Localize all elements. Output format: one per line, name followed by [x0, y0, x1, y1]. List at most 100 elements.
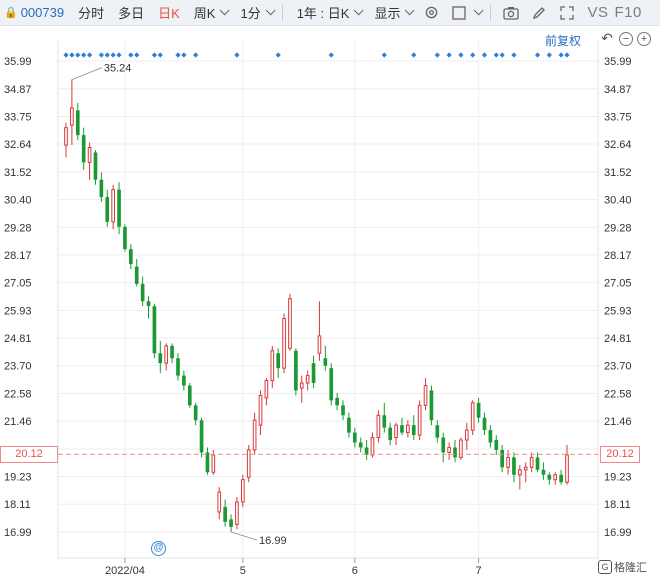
- candle[interactable]: [75, 102, 80, 141]
- candle[interactable]: [535, 452, 540, 473]
- candle[interactable]: [229, 514, 233, 532]
- event-marker[interactable]: [328, 52, 334, 58]
- event-marker[interactable]: [275, 52, 281, 58]
- tab-multiday[interactable]: 多日: [118, 3, 144, 22]
- event-marker[interactable]: [63, 52, 69, 58]
- display-select[interactable]: 显示: [374, 3, 416, 22]
- event-marker[interactable]: [381, 52, 387, 58]
- candle[interactable]: [164, 343, 169, 371]
- mention-icon[interactable]: @: [151, 541, 166, 556]
- f10-button[interactable]: F10: [614, 4, 641, 21]
- event-marker[interactable]: [470, 52, 476, 58]
- event-marker[interactable]: [104, 52, 110, 58]
- candle[interactable]: [182, 370, 186, 391]
- candle[interactable]: [199, 417, 204, 458]
- adjustment-mode-button[interactable]: 前复权: [545, 32, 581, 49]
- candle[interactable]: [205, 447, 210, 475]
- compare-button[interactable]: VS: [587, 4, 608, 21]
- candle[interactable]: [488, 425, 493, 448]
- candle[interactable]: [352, 427, 357, 448]
- candle[interactable]: [547, 472, 552, 485]
- candle[interactable]: [470, 400, 475, 436]
- candle[interactable]: [176, 353, 180, 381]
- fullscreen-icon[interactable]: [559, 5, 575, 21]
- tab-intraday[interactable]: 分时: [78, 3, 104, 22]
- candle[interactable]: [482, 412, 487, 436]
- event-marker[interactable]: [481, 52, 488, 58]
- candle[interactable]: [323, 345, 328, 371]
- candle[interactable]: [411, 415, 416, 441]
- candle[interactable]: [223, 499, 227, 527]
- candle[interactable]: [382, 402, 387, 433]
- candle[interactable]: [117, 182, 121, 235]
- candle[interactable]: [435, 420, 440, 443]
- event-marker[interactable]: [128, 52, 134, 58]
- candle[interactable]: [417, 400, 422, 441]
- candle[interactable]: [294, 348, 298, 396]
- candle[interactable]: [140, 276, 145, 307]
- candle[interactable]: [376, 410, 381, 443]
- event-marker[interactable]: [458, 52, 464, 58]
- checkbox-icon[interactable]: [451, 5, 467, 21]
- event-marker[interactable]: [86, 52, 93, 58]
- candle[interactable]: [553, 472, 558, 485]
- candle[interactable]: [459, 437, 463, 460]
- candle[interactable]: [187, 383, 192, 408]
- candle[interactable]: [123, 224, 127, 252]
- event-marker[interactable]: [134, 52, 140, 58]
- event-marker[interactable]: [234, 52, 240, 58]
- candle[interactable]: [252, 412, 257, 455]
- event-marker[interactable]: [175, 52, 181, 58]
- candle[interactable]: [394, 422, 398, 445]
- event-marker[interactable]: [98, 52, 104, 58]
- period-select[interactable]: 周K: [194, 3, 231, 22]
- kline-chart[interactable]: 35.99 34.87 33.75 32.64 31.52 30.40 29.28 28.17…: [0, 0, 660, 581]
- chevron-down-icon[interactable]: [474, 5, 485, 16]
- event-marker[interactable]: [181, 52, 187, 58]
- candle[interactable]: [93, 149, 98, 185]
- candle[interactable]: [305, 370, 310, 391]
- candle[interactable]: [87, 142, 92, 180]
- candle[interactable]: [447, 442, 451, 460]
- candle[interactable]: [506, 449, 510, 475]
- candle[interactable]: [99, 172, 104, 203]
- candle[interactable]: [311, 355, 316, 388]
- event-marker[interactable]: [157, 52, 163, 58]
- event-marker[interactable]: [151, 52, 158, 58]
- candle[interactable]: [246, 444, 251, 483]
- candle[interactable]: [512, 452, 516, 483]
- zoom-in-icon[interactable]: +: [637, 32, 651, 46]
- candle[interactable]: [494, 435, 499, 455]
- candle[interactable]: [541, 462, 546, 480]
- candle[interactable]: [111, 184, 115, 230]
- candle[interactable]: [282, 313, 286, 374]
- candle[interactable]: [464, 422, 469, 450]
- event-marker[interactable]: [116, 52, 122, 58]
- candle[interactable]: [429, 385, 434, 426]
- event-marker[interactable]: [493, 52, 499, 58]
- camera-icon[interactable]: [503, 5, 520, 21]
- candle[interactable]: [152, 303, 157, 359]
- zoom-out-icon[interactable]: −: [619, 32, 633, 46]
- candle[interactable]: [258, 390, 263, 436]
- candle[interactable]: [270, 345, 275, 388]
- candle[interactable]: [441, 432, 446, 463]
- candle[interactable]: [370, 432, 375, 458]
- candle[interactable]: [423, 378, 428, 411]
- range-select[interactable]: 1年 : 日K: [297, 3, 365, 22]
- candle[interactable]: [193, 402, 198, 426]
- stock-code[interactable]: 🔒 000739: [4, 5, 64, 20]
- event-marker[interactable]: [546, 52, 552, 58]
- event-marker[interactable]: [446, 52, 452, 58]
- candle[interactable]: [70, 79, 74, 146]
- event-marker[interactable]: [110, 52, 116, 58]
- candle[interactable]: [529, 452, 534, 473]
- candle[interactable]: [476, 397, 481, 423]
- candle[interactable]: [559, 469, 563, 485]
- candle[interactable]: [240, 474, 245, 507]
- candle[interactable]: [364, 440, 369, 460]
- candle[interactable]: [341, 400, 345, 421]
- candle[interactable]: [134, 259, 139, 287]
- candle[interactable]: [81, 127, 86, 170]
- event-marker[interactable]: [511, 52, 517, 58]
